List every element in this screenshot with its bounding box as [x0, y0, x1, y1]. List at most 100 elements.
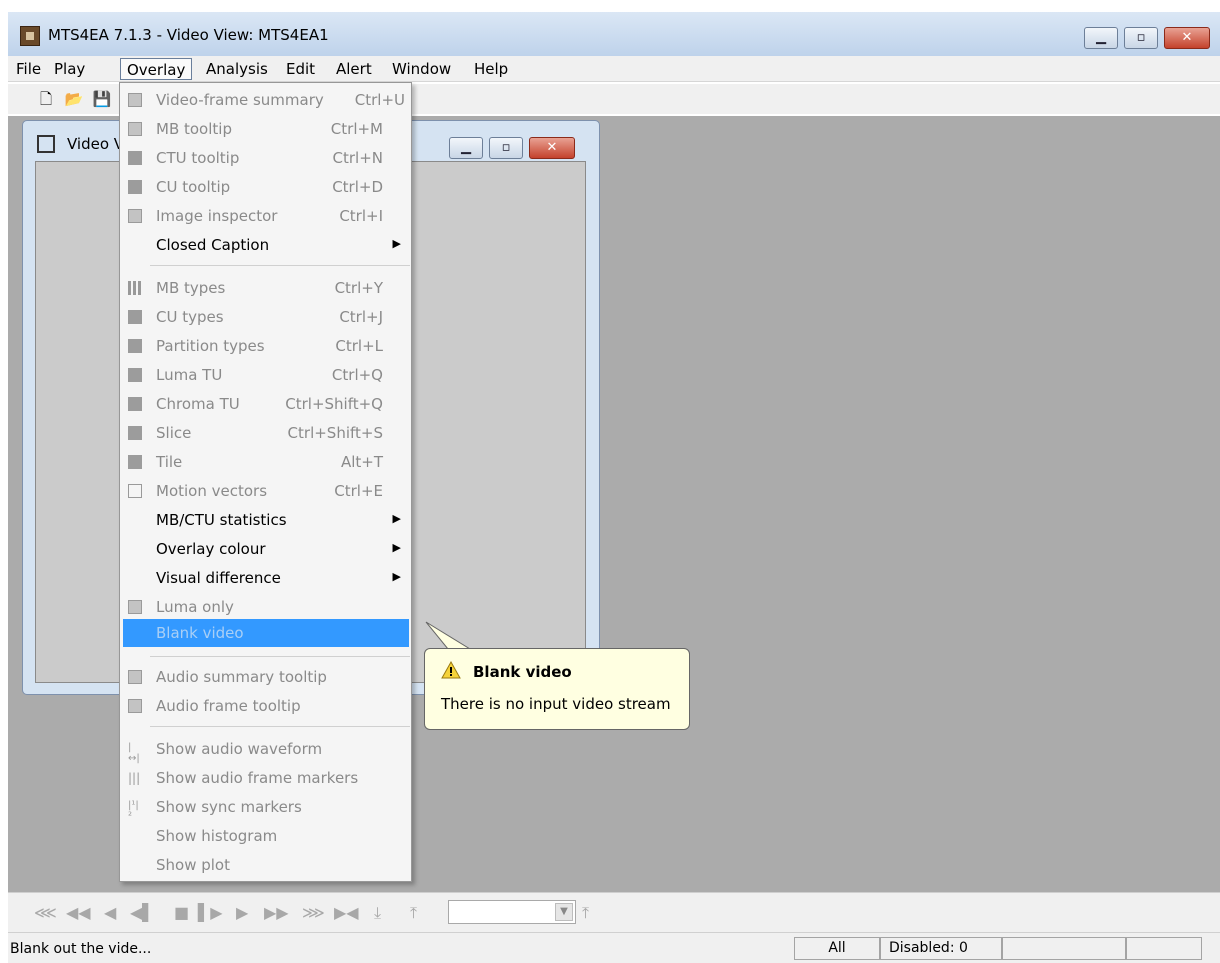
menuitem-video-frame-summary[interactable]: Video-frame summary Ctrl+U	[120, 86, 411, 114]
menuitem-label: Audio frame tooltip	[156, 697, 301, 715]
menuitem-mb-ctu-statistics[interactable]: MB/CTU statistics ▶	[120, 506, 411, 534]
open-folder-icon[interactable]: 📂	[64, 89, 84, 109]
menu-bar: File Play Overlay Analysis Edit Alert Wi…	[8, 56, 1220, 82]
video-minimize-button[interactable]: ▁	[449, 137, 483, 159]
menuitem-closed-caption[interactable]: Closed Caption ▶	[120, 231, 411, 259]
menuitem-label: CTU tooltip	[156, 149, 240, 167]
chevron-down-icon[interactable]: ▼	[555, 903, 573, 921]
video-close-button[interactable]: ✕	[529, 137, 575, 159]
menuitem-mb-types[interactable]: MB types Ctrl+Y	[120, 274, 411, 302]
download-icon[interactable]: ⤓	[374, 903, 381, 923]
menuitem-motion-vectors[interactable]: Motion vectors Ctrl+E	[120, 477, 411, 505]
menuitem-audio-summary-tooltip[interactable]: Audio summary tooltip	[120, 663, 411, 691]
menuitem-shortcut: Alt+T	[340, 453, 383, 471]
close-button[interactable]: ✕	[1164, 27, 1210, 49]
menuitem-show-plot[interactable]: Show plot	[120, 851, 411, 879]
step-forward-icon[interactable]: ▌▶	[198, 903, 223, 922]
menuitem-label: Video-frame summary	[156, 91, 324, 109]
menu-separator	[150, 265, 410, 266]
menu-alert[interactable]: Alert	[330, 58, 378, 80]
fast-rewind-icon[interactable]: ◀◀	[66, 903, 91, 922]
audio-summary-icon	[128, 670, 142, 684]
menuitem-tile[interactable]: Tile Alt+T	[120, 448, 411, 476]
frame-select[interactable]: ▼	[448, 900, 576, 924]
menu-separator	[150, 726, 410, 727]
menu-overlay[interactable]: Overlay	[120, 58, 193, 80]
menu-file[interactable]: File	[10, 58, 47, 80]
first-frame-icon[interactable]: ⋘	[34, 903, 57, 922]
menuitem-show-audio-frame-markers[interactable]: ||| Show audio frame markers	[120, 764, 411, 792]
menuitem-label: Show histogram	[156, 827, 278, 845]
menuitem-cu-types[interactable]: CU types Ctrl+J	[120, 303, 411, 331]
partition-icon	[128, 339, 142, 353]
menuitem-image-inspector[interactable]: Image inspector Ctrl+I	[120, 202, 411, 230]
menuitem-label: Closed Caption	[156, 236, 270, 254]
submenu-arrow-icon: ▶	[392, 512, 401, 525]
save-icon[interactable]: 💾	[92, 89, 112, 109]
menuitem-label: Chroma TU	[156, 395, 240, 413]
film-icon	[37, 135, 55, 153]
menuitem-ctu-tooltip[interactable]: CTU tooltip Ctrl+N	[120, 144, 411, 172]
minimize-icon: ▁	[1096, 30, 1106, 45]
menuitem-luma-only[interactable]: Luma only	[120, 593, 411, 621]
slice-icon	[128, 426, 142, 440]
menu-play[interactable]: Play	[48, 58, 91, 80]
play-icon[interactable]: ▶	[236, 903, 248, 922]
warning-icon	[441, 661, 461, 679]
menuitem-partition-types[interactable]: Partition types Ctrl+L	[120, 332, 411, 360]
menuitem-visual-difference[interactable]: Visual difference ▶	[120, 564, 411, 592]
minimize-icon: ▁	[461, 140, 471, 155]
waveform-icon: |↔|	[128, 742, 142, 764]
new-file-icon[interactable]: 🗋	[36, 89, 56, 109]
menu-help[interactable]: Help	[468, 58, 514, 80]
upload-icon[interactable]: ⤒	[582, 903, 589, 923]
submenu-arrow-icon: ▶	[392, 237, 401, 250]
title-bar: MTS4EA 7.1.3 - Video View: MTS4EA1 ▁ ▫ ✕	[8, 12, 1220, 60]
menuitem-label: Luma only	[156, 598, 234, 616]
step-back-icon[interactable]: ◀▌	[130, 903, 155, 922]
status-disabled: Disabled: 0	[880, 937, 1002, 960]
menuitem-label: CU tooltip	[156, 178, 231, 196]
menuitem-shortcut: Ctrl+I	[339, 207, 383, 225]
menuitem-audio-frame-tooltip[interactable]: Audio frame tooltip	[120, 692, 411, 720]
maximize-icon: ▫	[1136, 30, 1146, 45]
menuitem-blank-video[interactable]: Blank video	[123, 619, 409, 647]
menu-edit[interactable]: Edit	[280, 58, 321, 80]
tooltip-title: Blank video	[473, 663, 572, 681]
menu-analysis[interactable]: Analysis	[200, 58, 274, 80]
fast-forward-icon[interactable]: ▶▶	[264, 903, 289, 922]
menuitem-label: Show audio waveform	[156, 740, 323, 758]
submenu-arrow-icon: ▶	[392, 541, 401, 554]
menuitem-label: MB tooltip	[156, 120, 232, 138]
menuitem-label: Slice	[156, 424, 192, 442]
menuitem-mb-tooltip[interactable]: MB tooltip Ctrl+M	[120, 115, 411, 143]
last-frame-icon[interactable]: ⋙	[302, 903, 325, 922]
menuitem-show-histogram[interactable]: Show histogram	[120, 822, 411, 850]
motion-vector-icon	[128, 484, 142, 498]
menuitem-show-audio-waveform[interactable]: |↔| Show audio waveform	[120, 735, 411, 764]
menuitem-overlay-colour[interactable]: Overlay colour ▶	[120, 535, 411, 563]
rewind-icon[interactable]: ◀	[104, 903, 116, 922]
menuitem-cu-tooltip[interactable]: CU tooltip Ctrl+D	[120, 173, 411, 201]
menuitem-chroma-tu[interactable]: Chroma TU Ctrl+Shift+Q	[120, 390, 411, 418]
grid-icon	[128, 281, 142, 295]
menuitem-label: Visual difference	[156, 569, 281, 587]
status-all: All	[794, 937, 880, 960]
video-maximize-button[interactable]: ▫	[489, 137, 523, 159]
close-icon: ✕	[546, 140, 558, 155]
app-icon[interactable]	[20, 26, 40, 46]
menuitem-luma-tu[interactable]: Luma TU Ctrl+Q	[120, 361, 411, 389]
chroma-tu-icon	[128, 397, 142, 411]
export-icon[interactable]: ⤒	[410, 903, 417, 923]
stop-icon[interactable]: ■	[174, 903, 189, 922]
submenu-arrow-icon: ▶	[392, 570, 401, 583]
jump-end-icon[interactable]: ▶◀	[334, 903, 359, 922]
menuitem-label: MB types	[156, 279, 226, 297]
menuitem-label: Show audio frame markers	[156, 769, 359, 787]
menuitem-shortcut: Ctrl+U	[354, 91, 405, 109]
menuitem-slice[interactable]: Slice Ctrl+Shift+S	[120, 419, 411, 447]
maximize-button[interactable]: ▫	[1124, 27, 1158, 49]
menuitem-show-sync-markers[interactable]: |¹|² Show sync markers	[120, 793, 411, 822]
menu-window[interactable]: Window	[386, 58, 457, 80]
minimize-button[interactable]: ▁	[1084, 27, 1118, 49]
